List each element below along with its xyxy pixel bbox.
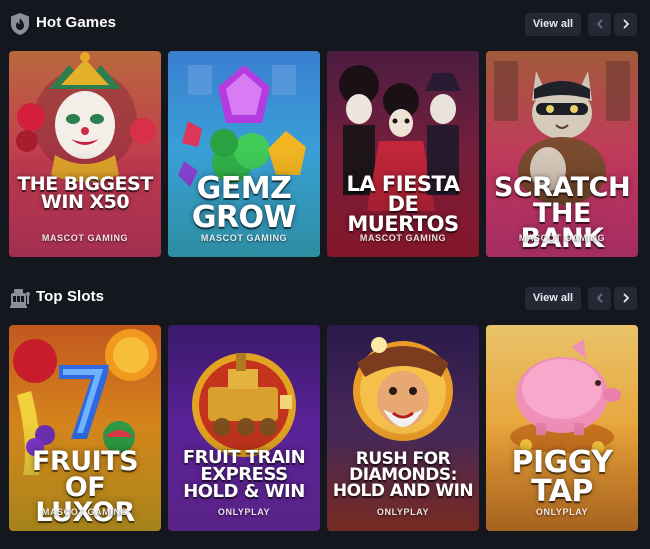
game-carousel: FRUITS OF LUXOR MASCOT GAMING FRUIT TRAI… <box>0 325 650 532</box>
game-title: PIGGY TAP <box>511 445 613 509</box>
game-provider: ONLYPLAY <box>217 507 271 517</box>
next-button[interactable] <box>614 13 637 36</box>
game-card[interactable]: RUSH FOR DIAMONDS: HOLD AND WIN ONLYPLAY <box>327 325 479 531</box>
game-provider: MASCOT GAMING <box>518 233 606 243</box>
slot-machine-icon <box>9 286 31 310</box>
chevron-left-icon <box>595 16 605 34</box>
next-button[interactable] <box>614 287 637 310</box>
view-all-button[interactable]: View all <box>525 13 581 36</box>
chevron-right-icon <box>621 290 631 308</box>
previous-button[interactable] <box>588 13 611 36</box>
view-all-button[interactable]: View all <box>525 287 581 310</box>
game-card[interactable]: SCRATCH THE BANK MASCOT GAMING <box>486 51 638 257</box>
game-card[interactable]: GEMZ GROW MASCOT GAMING <box>168 51 320 257</box>
chevron-left-icon <box>595 290 605 308</box>
game-card[interactable]: PIGGY TAP ONLYPLAY <box>486 325 638 531</box>
game-title: RUSH FOR DIAMONDS: HOLD AND WIN <box>332 449 474 502</box>
game-title: GEMZ GROW <box>191 171 297 235</box>
game-provider: MASCOT GAMING <box>359 233 447 243</box>
game-title: THE BIGGEST WIN X50 <box>17 173 153 214</box>
fire-shield-icon <box>9 12 31 36</box>
game-provider: MASCOT GAMING <box>41 233 129 243</box>
game-card[interactable]: FRUIT TRAIN EXPRESS HOLD & WIN ONLYPLAY <box>168 325 320 531</box>
game-card[interactable]: FRUITS OF LUXOR MASCOT GAMING <box>9 325 161 531</box>
previous-button[interactable] <box>588 287 611 310</box>
game-title: FRUIT TRAIN EXPRESS HOLD & WIN <box>182 447 306 503</box>
game-title: LA FIESTA DE MUERTOS <box>346 172 460 236</box>
game-provider: ONLYPLAY <box>535 507 589 517</box>
section-header: Hot Games View all <box>0 0 650 50</box>
section-title: Top Slots <box>36 288 105 305</box>
section-header: Top Slots View all <box>0 274 650 324</box>
game-provider: MASCOT GAMING <box>41 507 129 517</box>
chevron-right-icon <box>621 16 631 34</box>
game-card[interactable]: THE BIGGEST WIN X50 MASCOT GAMING <box>9 51 161 257</box>
game-carousel: THE BIGGEST WIN X50 MASCOT GAMING GEMZ G… <box>0 51 650 258</box>
section-title: Hot Games <box>36 14 117 31</box>
game-provider: ONLYPLAY <box>376 507 430 517</box>
game-provider: MASCOT GAMING <box>200 233 288 243</box>
game-card[interactable]: LA FIESTA DE MUERTOS MASCOT GAMING <box>327 51 479 257</box>
